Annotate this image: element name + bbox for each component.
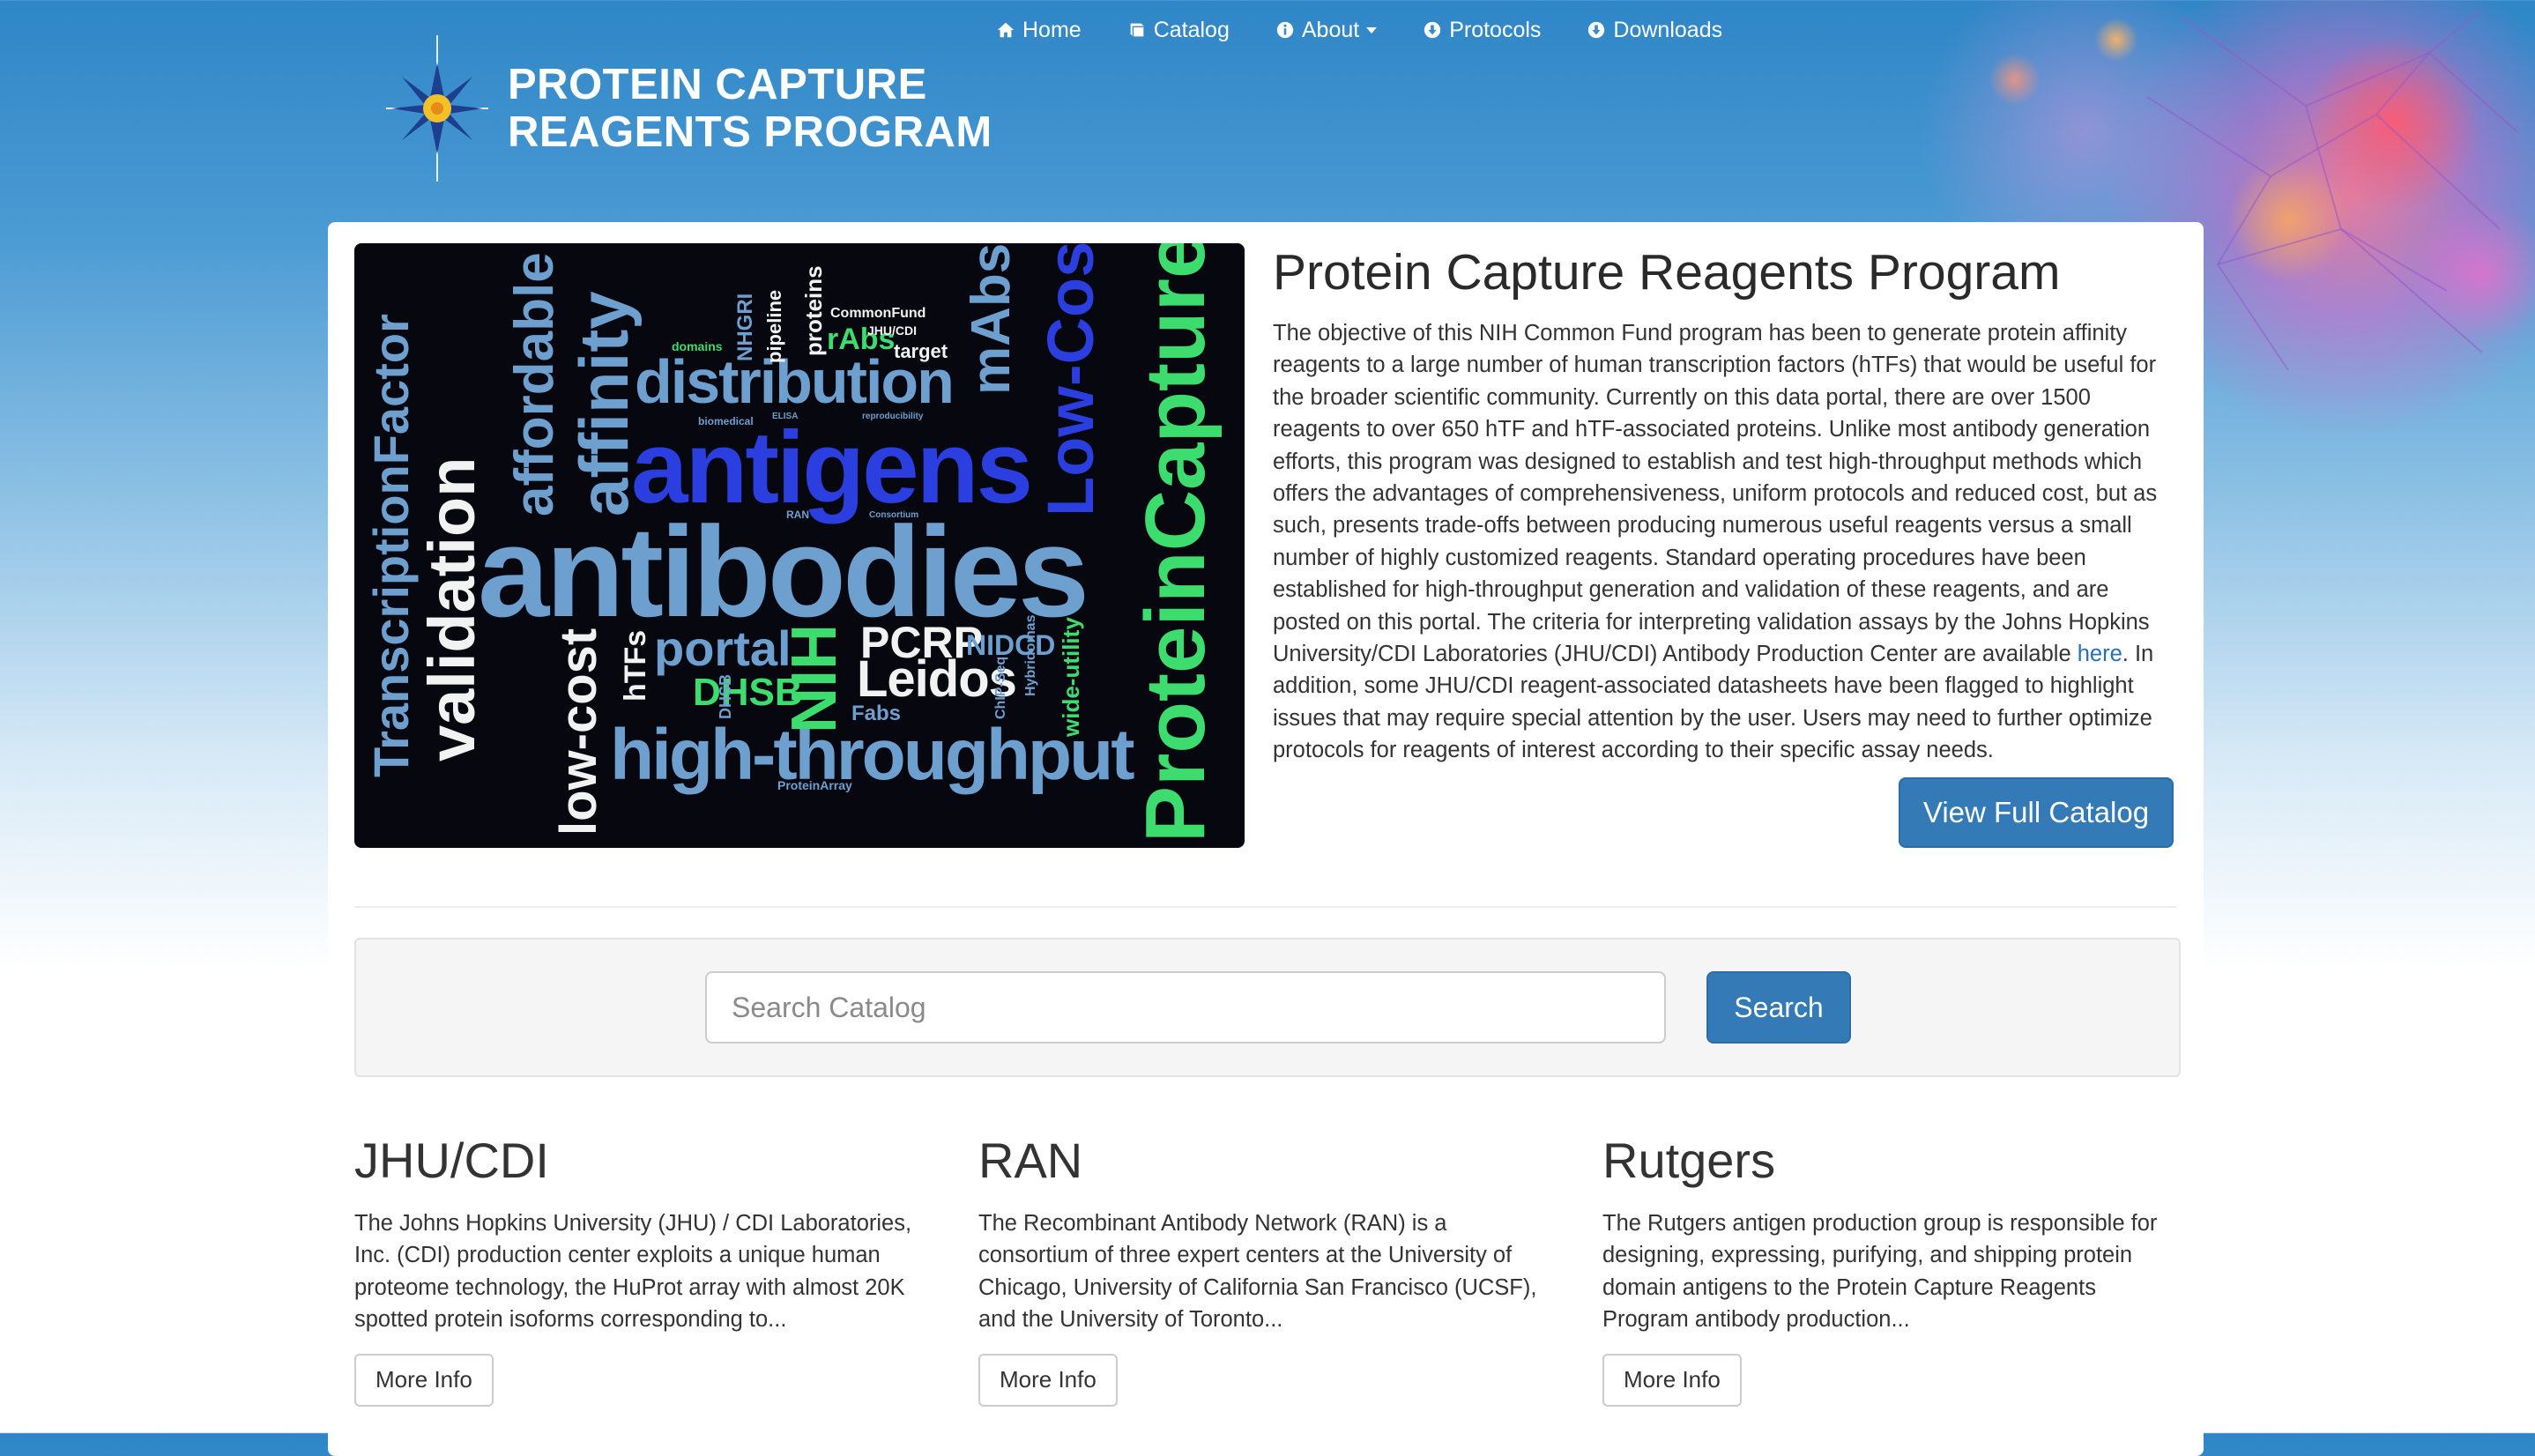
more-info-button[interactable]: More Info: [1602, 1353, 1742, 1407]
top-nav: Home Catalog About Protocols Downloads: [996, 14, 1768, 46]
criteria-here-link[interactable]: here: [2078, 642, 2122, 666]
logo-line-1: PROTEIN CAPTURE: [508, 61, 927, 108]
wordcloud-image: antibodies antigens distribution affinit…: [354, 243, 1245, 848]
center-title: Rutgers: [1602, 1133, 1776, 1188]
wordcloud-word: domains: [672, 339, 723, 353]
center-description: The Johns Hopkins University (JHU) / CDI…: [354, 1211, 912, 1333]
nav-about[interactable]: About: [1275, 17, 1378, 43]
nav-protocols-label: Protocols: [1449, 17, 1542, 42]
wordcloud-word: wide-utility: [1058, 617, 1084, 737]
wordcloud-word: proteins: [800, 265, 827, 356]
center-title: JHU/CDI: [354, 1133, 549, 1188]
wordcloud-word: low-cost: [550, 628, 607, 836]
wordcloud-word: ProteinArray: [777, 778, 852, 792]
wordcloud-word: RAN: [786, 509, 809, 521]
nav-about-label: About: [1301, 17, 1360, 42]
intro-paragraph: The objective of this NIH Common Fund pr…: [1273, 317, 2163, 767]
section-divider: [354, 906, 2177, 908]
wordcloud-word: NIDCD: [966, 629, 1056, 661]
book-icon: [1130, 23, 1144, 37]
wordcloud-word: DHSB: [693, 671, 803, 714]
page-title: Protein Capture Reagents Program: [1273, 244, 2061, 301]
wordcloud-word: DHSB: [717, 673, 734, 719]
wordcloud-word: Consortium: [869, 510, 919, 520]
wordcloud-word: ELISA: [772, 412, 799, 421]
wordcloud-word: mAbs: [961, 243, 1022, 395]
logo-line-2: REAGENTS PROGRAM: [508, 108, 992, 156]
star-logo-icon: [386, 35, 488, 182]
intro-text-part-1: The objective of this NIH Common Fund pr…: [1273, 321, 2158, 667]
search-panel: Search: [354, 938, 2181, 1077]
wordcloud-word: portal: [654, 620, 792, 676]
download-circle-icon: [1588, 21, 1605, 39]
nav-catalog[interactable]: Catalog: [1127, 18, 1230, 43]
nav-home[interactable]: Home: [996, 18, 1082, 43]
center-column-ran: RAN The Recombinant Antibody Network (RA…: [978, 1133, 1560, 1407]
main-content-card: antibodies antigens distribution affinit…: [328, 222, 2204, 1456]
wordcloud-word: ChIP-Seq: [993, 656, 1008, 719]
search-catalog-input[interactable]: [705, 971, 1666, 1044]
wordcloud-word: validation: [415, 457, 488, 761]
wordcloud-word: high-throughput: [610, 715, 1135, 795]
nav-protocols[interactable]: Protocols: [1423, 18, 1541, 43]
nav-downloads-label: Downloads: [1613, 17, 1723, 42]
site-logo[interactable]: PROTEIN CAPTURE REAGENTS PROGRAM: [384, 33, 992, 183]
wordcloud-word: affinity: [565, 291, 643, 516]
wordcloud-word: NHGRI: [733, 293, 757, 361]
wordcloud-word: CommonFund: [830, 306, 926, 321]
search-button[interactable]: Search: [1706, 971, 1851, 1044]
nav-downloads[interactable]: Downloads: [1587, 18, 1722, 43]
home-icon: [997, 22, 1015, 38]
wordcloud-word: reproducibility: [862, 412, 924, 421]
center-column-rutgers: Rutgers The Rutgers antigen production g…: [1602, 1133, 2184, 1407]
nav-catalog-label: Catalog: [1153, 17, 1230, 42]
wordcloud-word: hTFs: [619, 629, 652, 702]
center-column-jhu-cdi: JHU/CDI The Johns Hopkins University (JH…: [354, 1133, 936, 1407]
wordcloud-word: pipeline: [763, 289, 785, 363]
wordcloud-word: antigens: [631, 410, 1033, 524]
wordcloud-word: PCRP: [860, 618, 983, 667]
center-description: The Rutgers antigen production group is …: [1602, 1211, 2158, 1333]
wordcloud-word: target: [894, 340, 948, 362]
more-info-button[interactable]: More Info: [978, 1353, 1118, 1407]
download-circle-icon: [1424, 21, 1441, 39]
center-description: The Recombinant Antibody Network (RAN) i…: [978, 1211, 1537, 1333]
view-full-catalog-button[interactable]: View Full Catalog: [1899, 777, 2174, 848]
intro-section: Protein Capture Reagents Program The obj…: [1273, 241, 2163, 767]
info-circle-icon: [1276, 21, 1294, 39]
chevron-down-icon: [1366, 26, 1378, 33]
wordcloud-word: Low-Cost: [1034, 243, 1107, 516]
more-info-button[interactable]: More Info: [354, 1353, 494, 1407]
wordcloud-word: antibodies: [478, 500, 1089, 643]
wordcloud-word: Hybridomas: [1023, 614, 1038, 696]
nav-home-label: Home: [1022, 17, 1082, 42]
center-title: RAN: [978, 1133, 1083, 1188]
wordcloud-word: TranscriptionFactor: [363, 314, 419, 777]
wordcloud-word: JHU/CDI: [867, 323, 918, 338]
wordcloud-word: ProteinCapture: [1128, 243, 1223, 843]
wordcloud-word: affordable: [504, 252, 565, 516]
wordcloud-word: Fabs: [851, 702, 902, 725]
wordcloud-word: biomedical: [698, 415, 754, 427]
